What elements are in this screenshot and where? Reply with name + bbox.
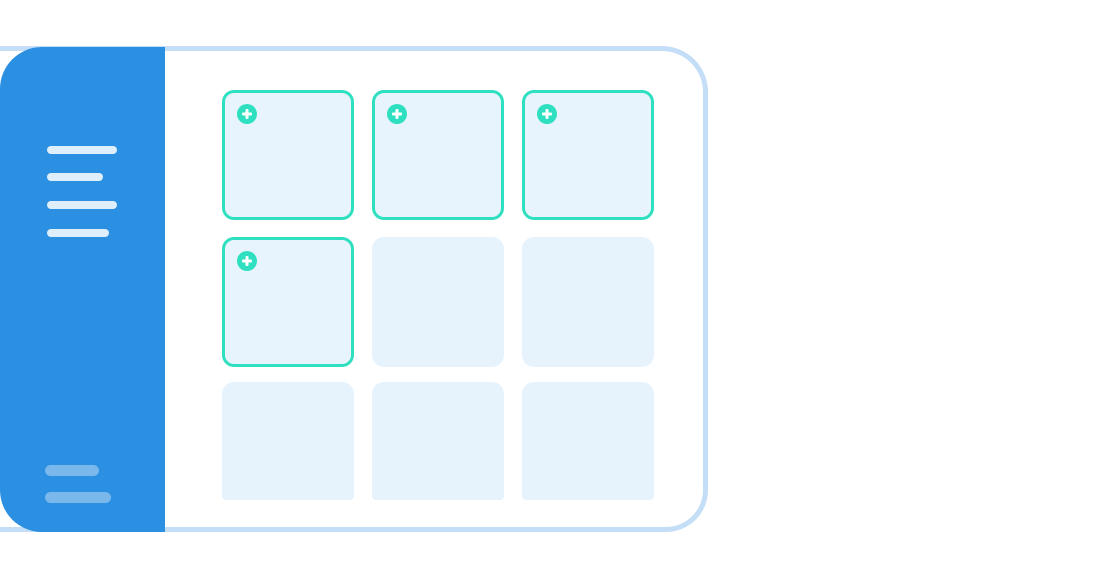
grid-tile-4[interactable] <box>222 237 354 367</box>
grid-tile-5[interactable] <box>372 237 504 367</box>
grid-tile-7[interactable] <box>222 382 354 500</box>
sidebar-menu-item-1[interactable] <box>47 146 117 154</box>
sidebar-menu-item-4[interactable] <box>47 229 109 237</box>
sidebar-menu-item-3[interactable] <box>47 201 117 209</box>
grid-tile-1[interactable] <box>222 90 354 220</box>
sidebar-footer-item-2[interactable] <box>45 492 111 503</box>
plus-circle-icon[interactable] <box>386 103 408 125</box>
grid-tile-3[interactable] <box>522 90 654 220</box>
grid-tile-9[interactable] <box>522 382 654 500</box>
plus-circle-icon[interactable] <box>236 250 258 272</box>
sidebar <box>0 47 165 532</box>
grid-tile-8[interactable] <box>372 382 504 500</box>
app-illustration <box>0 0 1100 584</box>
grid-tile-6[interactable] <box>522 237 654 367</box>
grid-tile-2[interactable] <box>372 90 504 220</box>
sidebar-menu-item-2[interactable] <box>47 173 103 181</box>
sidebar-footer-item-1[interactable] <box>45 465 99 476</box>
plus-circle-icon[interactable] <box>236 103 258 125</box>
plus-circle-icon[interactable] <box>536 103 558 125</box>
